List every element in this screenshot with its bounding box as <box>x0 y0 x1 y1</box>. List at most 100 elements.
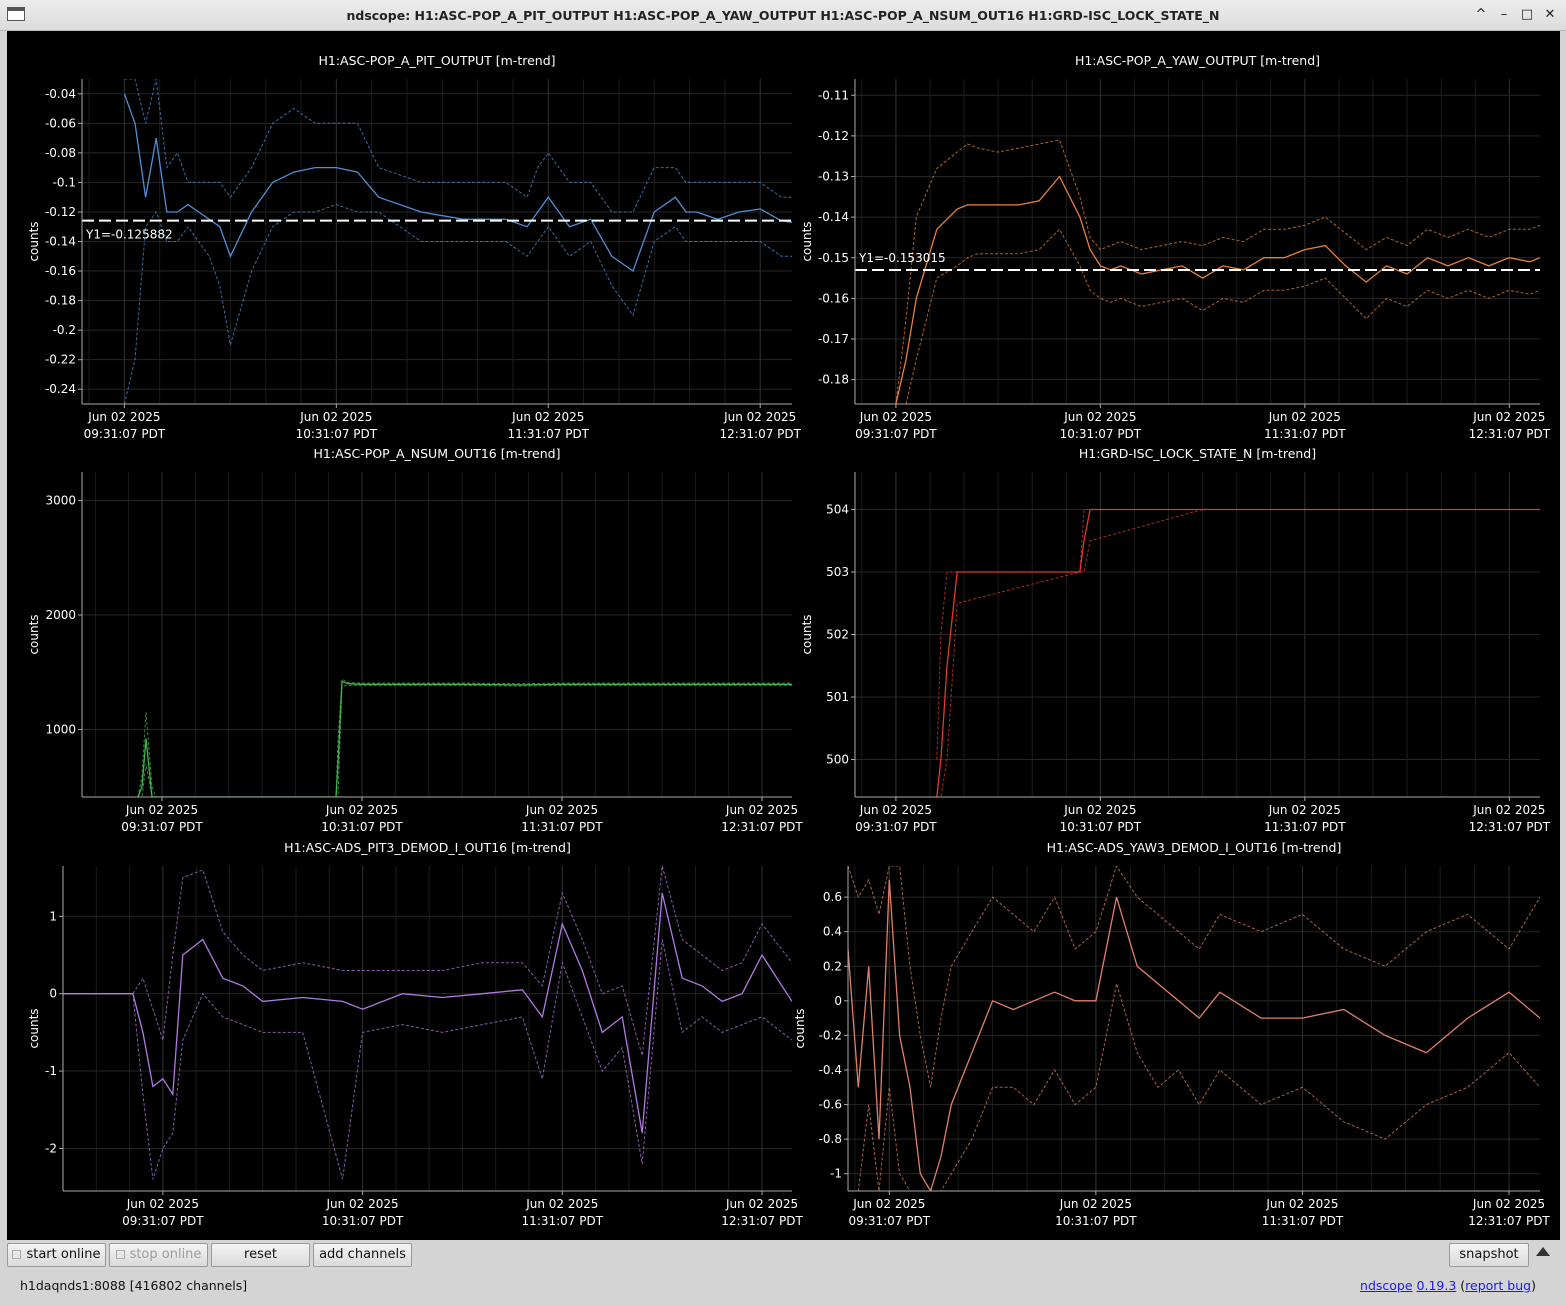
plot-data <box>137 678 792 797</box>
series-mean-line <box>137 680 792 797</box>
y-tick-label: -0.22 <box>45 353 76 367</box>
footer-links: ndscope 0.19.3 (report bug) <box>1360 1278 1536 1293</box>
x-tick-time: 09:31:07 PDT <box>855 427 937 441</box>
plot-grid[interactable]: H1:ASC-POP_A_PIT_OUTPUT [m-trend]counts-… <box>7 31 1560 1240</box>
stop-online-button[interactable]: stop online <box>109 1243 208 1267</box>
series-min-line <box>123 204 792 404</box>
report-bug-link[interactable]: report bug <box>1465 1278 1531 1293</box>
x-tick-date: Jun 02 2025 <box>1472 1197 1545 1211</box>
x-tick-time: 12:31:07 PDT <box>721 820 803 834</box>
y-tick-label: 500 <box>826 753 849 767</box>
series-min-line <box>895 228 1540 404</box>
add-channels-button[interactable]: add channels <box>313 1243 412 1267</box>
y-axis-label: counts <box>27 221 41 261</box>
series-min-line <box>936 509 1540 797</box>
plot-title: H1:ASC-ADS_YAW3_DEMOD_I_OUT16 [m-trend] <box>1047 840 1342 855</box>
stop-online-label: stop online <box>129 1247 202 1262</box>
plot-panel-2[interactable]: H1:ASC-POP_A_YAW_OUTPUT [m-trend]counts-… <box>800 53 1551 441</box>
x-tick-time: 12:31:07 PDT <box>721 1214 803 1228</box>
x-tick-date: Jun 02 2025 <box>725 1197 798 1211</box>
x-tick-date: Jun 02 2025 <box>525 803 598 817</box>
plot-panel-5[interactable]: H1:ASC-ADS_PIT3_DEMOD_I_OUT16 [m-trend] c… <box>27 840 803 1228</box>
x-tick-time: 09:31:07 PDT <box>855 820 937 834</box>
collapse-panel-icon[interactable] <box>1536 1247 1550 1256</box>
y-tick-label: -0.2 <box>819 1028 842 1042</box>
y-tick-label: -0.2 <box>53 323 76 337</box>
y-cursor-label: Y1=-0.125882 <box>85 228 173 242</box>
plot-title: H1:ASC-POP_A_YAW_OUTPUT [m-trend] <box>1075 53 1320 68</box>
x-tick-date: Jun 02 2025 <box>1268 410 1341 424</box>
x-tick-date: Jun 02 2025 <box>1059 1197 1132 1211</box>
play-icon <box>12 1250 22 1259</box>
close-window-button[interactable]: ✕ <box>1541 6 1559 24</box>
plot-data <box>123 79 792 404</box>
x-tick-date: Jun 02 2025 <box>723 410 796 424</box>
y-tick-label: 503 <box>826 565 849 579</box>
x-tick-time: 10:31:07 PDT <box>321 820 403 834</box>
x-tick-date: Jun 02 2025 <box>852 1197 925 1211</box>
series-max-line <box>124 79 792 213</box>
x-tick-time: 11:31:07 PDT <box>1264 820 1346 834</box>
snapshot-button[interactable]: snapshot <box>1449 1243 1529 1267</box>
y-tick-label: 0.2 <box>823 959 842 973</box>
y-tick-label: 0.6 <box>823 890 842 904</box>
series-mean-line <box>936 508 1540 797</box>
y-tick-label: 1 <box>49 909 57 923</box>
x-tick-time: 10:31:07 PDT <box>322 1214 404 1228</box>
x-tick-time: 12:31:07 PDT <box>1469 820 1551 834</box>
maximize-window-button[interactable]: □ <box>1518 6 1536 24</box>
x-tick-time: 10:31:07 PDT <box>1055 1214 1137 1228</box>
y-tick-label: -0.14 <box>818 210 849 224</box>
y-tick-label: -0.16 <box>45 264 76 278</box>
series-min-line <box>63 939 792 1180</box>
y-tick-label: -0.12 <box>818 129 849 143</box>
start-online-label: start online <box>26 1247 101 1262</box>
x-tick-time: 11:31:07 PDT <box>1262 1214 1344 1228</box>
y-tick-label: -0.1 <box>53 175 76 189</box>
plot-panel-4[interactable]: H1:GRD-ISC_LOCK_STATE_N [m-trend] counts 5… <box>800 446 1551 834</box>
plot-title: H1:ASC-ADS_PIT3_DEMOD_I_OUT16 [m-trend] <box>284 840 571 855</box>
y-tick-label: -0.14 <box>45 235 76 249</box>
plot-canvas[interactable]: H1:ASC-POP_A_PIT_OUTPUT [m-trend] counts -… <box>7 31 1560 1240</box>
series-mean-line <box>63 892 792 1134</box>
server-status: h1daqnds1:8088 [416802 channels] <box>20 1278 248 1293</box>
shade-window-button[interactable]: ^ <box>1472 6 1490 24</box>
x-tick-date: Jun 02 2025 <box>125 803 198 817</box>
y-tick-label: -0.18 <box>818 373 849 387</box>
reset-button[interactable]: reset <box>211 1243 310 1267</box>
series-min-line <box>848 983 1540 1191</box>
x-tick-date: Jun 02 2025 <box>1472 803 1545 817</box>
minimize-window-button[interactable]: – <box>1495 6 1513 24</box>
plot-title: H1:ASC-POP_A_PIT_OUTPUT [m-trend] <box>318 53 555 68</box>
ndscope-link[interactable]: ndscope <box>1360 1278 1413 1293</box>
series-max-line <box>848 866 1540 1088</box>
y-cursor-label: Y1=-0.153015 <box>858 251 946 265</box>
y-tick-label: -0.08 <box>45 146 76 160</box>
x-tick-date: Jun 02 2025 <box>325 803 398 817</box>
window-titlebar[interactable]: ndscope: H1:ASC-POP_A_PIT_OUTPUT H1:ASC-… <box>0 0 1566 31</box>
x-tick-time: 12:31:07 PDT <box>1468 1214 1550 1228</box>
y-tick-label: -0.8 <box>819 1132 842 1146</box>
plot-data <box>895 139 1540 404</box>
plot-data <box>848 866 1540 1191</box>
plot-panel-6[interactable]: H1:ASC-ADS_YAW3_DEMOD_I_OUT16 [m-trend] c… <box>793 840 1550 1228</box>
x-tick-time: 11:31:07 PDT <box>522 1214 604 1228</box>
start-online-button[interactable]: start online <box>7 1243 106 1267</box>
x-tick-time: 11:31:07 PDT <box>1264 427 1346 441</box>
version-link[interactable]: 0.19.3 <box>1417 1278 1457 1293</box>
y-tick-label: -0.12 <box>45 205 76 219</box>
y-tick-label: -0.15 <box>818 251 849 265</box>
y-tick-label: 0 <box>834 994 842 1008</box>
x-tick-date: Jun 02 2025 <box>325 1197 398 1211</box>
x-tick-date: Jun 02 2025 <box>525 1197 598 1211</box>
plot-panel-1[interactable]: H1:ASC-POP_A_PIT_OUTPUT [m-trend]counts-… <box>27 53 802 441</box>
y-tick-label: -0.04 <box>45 87 76 101</box>
y-axis-label: counts <box>800 614 814 654</box>
x-tick-date: Jun 02 2025 <box>87 410 160 424</box>
y-tick-label: -0.24 <box>45 382 76 396</box>
plot-panel-3[interactable]: H1:ASC-POP_A_NSUM_OUT16 [m-trend] counts 1… <box>27 446 803 834</box>
x-tick-time: 09:31:07 PDT <box>849 1214 931 1228</box>
series-max-line <box>895 139 1540 404</box>
series-mean-line <box>895 175 1540 404</box>
x-tick-time: 10:31:07 PDT <box>1060 820 1142 834</box>
